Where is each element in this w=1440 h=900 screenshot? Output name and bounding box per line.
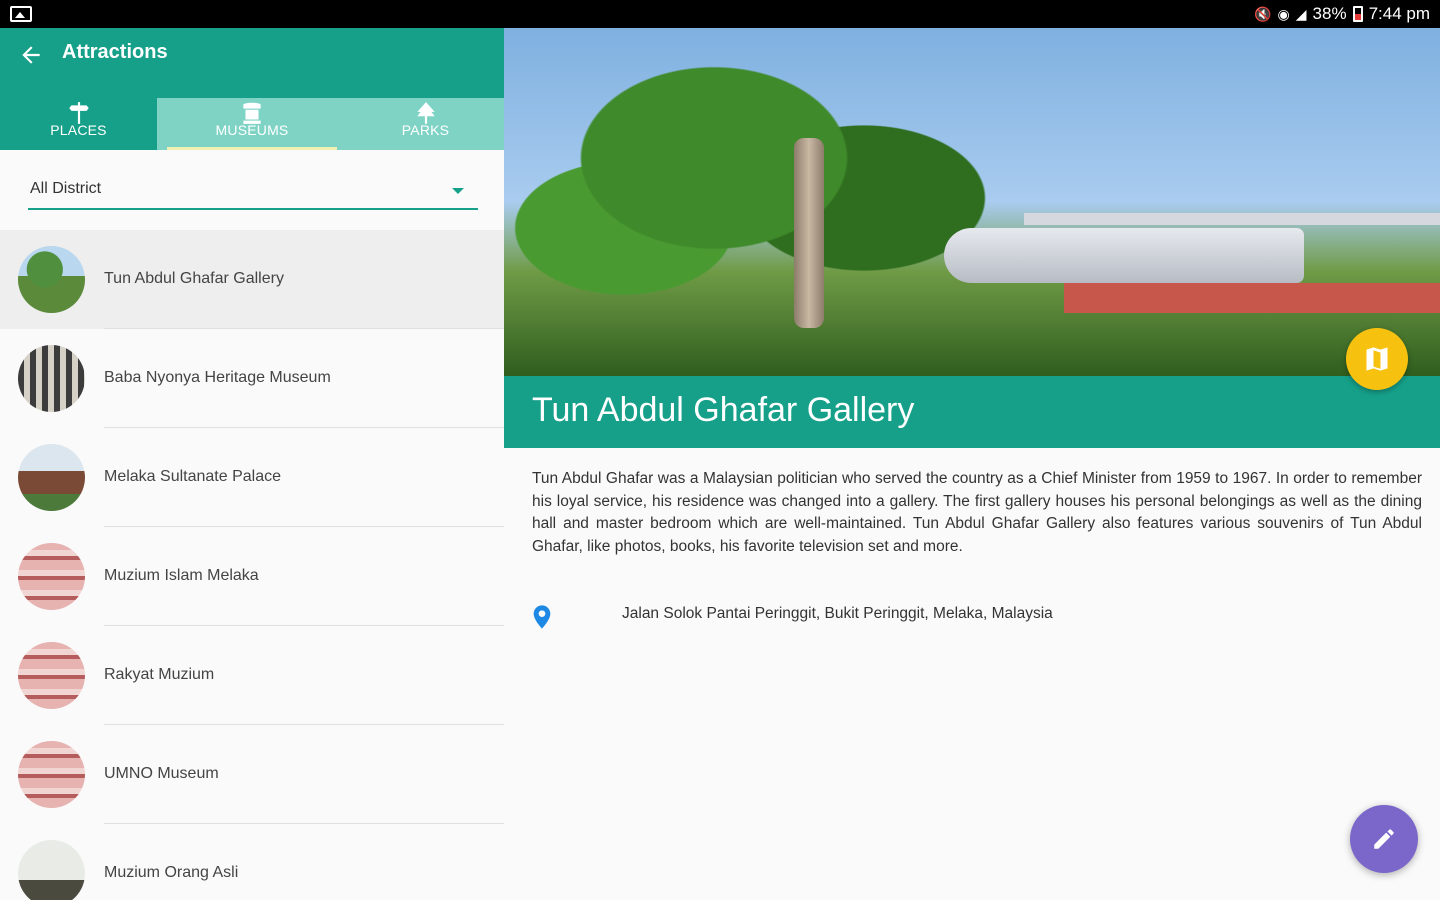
attraction-thumbnail [18,543,85,610]
selected-tab-indicator [167,147,337,150]
back-arrow-icon[interactable] [18,42,44,68]
detail-description: Tun Abdul Ghafar was a Malaysian politic… [532,470,1422,555]
attraction-thumbnail [18,642,85,709]
title-band: Tun Abdul Ghafar Gallery [504,376,1440,448]
pencil-icon [1374,829,1394,849]
attractions-list-panel: Attractions PLACES MUSEUMS PARKS All Dis… [0,28,504,900]
tab-museums[interactable]: MUSEUMS [157,98,347,150]
app-bar: Attractions PLACES MUSEUMS PARKS [0,28,504,150]
image-notification-icon [10,6,32,22]
status-indicators: 🔇 ◉ ◢ 38% 7:44 pm [1254,3,1430,25]
attraction-name: Baba Nyonya Heritage Museum [104,369,331,386]
attraction-name: UMNO Museum [104,765,219,782]
photo-plane [944,228,1304,283]
signal-icon: ◢ [1295,5,1307,22]
map-button[interactable] [1346,328,1408,390]
status-bar: 🔇 ◉ ◢ 38% 7:44 pm [0,0,1440,28]
attractions-list: Tun Abdul Ghafar Gallery Baba Nyonya Her… [0,230,504,900]
attraction-name: Tun Abdul Ghafar Gallery [104,270,284,287]
attraction-name: Melaka Sultanate Palace [104,468,281,485]
attraction-thumbnail [18,246,85,313]
app-title: Attractions [62,41,168,63]
tab-parks-label: PARKS [401,122,450,138]
tab-museums-label: MUSEUMS [215,122,289,138]
detail-title: Tun Abdul Ghafar Gallery [532,391,915,429]
list-item[interactable]: Baba Nyonya Heritage Museum [0,329,504,428]
tab-parks[interactable]: PARKS [347,98,504,150]
district-dropdown[interactable]: All District [28,176,478,210]
attraction-detail-panel: Tun Abdul Ghafar Gallery Tun Abdul Ghafa… [504,28,1440,900]
list-item[interactable]: UMNO Museum [0,725,504,824]
category-tabs: PLACES MUSEUMS PARKS [0,98,504,150]
detail-address: Jalan Solok Pantai Peringgit, Bukit Peri… [622,605,1053,622]
attraction-thumbnail [18,840,85,900]
map-icon [1366,347,1388,371]
attraction-name: Muzium Islam Melaka [104,567,259,584]
edit-button[interactable] [1350,805,1418,873]
district-selected-value: All District [30,180,102,197]
clock: 7:44 pm [1368,4,1430,23]
chevron-down-icon [452,188,464,194]
battery-icon [1352,6,1363,22]
photo-wall [1064,283,1440,313]
attraction-thumbnail [18,444,85,511]
mute-icon: 🔇 [1254,5,1272,22]
attraction-thumbnail [18,741,85,808]
list-item[interactable]: Muzium Orang Asli [0,824,504,900]
photo-plane-wing [1024,213,1440,225]
tab-places-label: PLACES [50,122,107,138]
attraction-name: Rakyat Muzium [104,666,215,683]
tab-places[interactable]: PLACES [0,98,157,150]
battery-percent: 38% [1312,4,1347,23]
list-item[interactable]: Melaka Sultanate Palace [0,428,504,527]
list-item[interactable]: Tun Abdul Ghafar Gallery [0,230,504,329]
attraction-thumbnail [18,345,85,412]
photo-statue [794,138,824,328]
location-pin-icon [533,605,551,629]
list-item[interactable]: Rakyat Muzium [0,626,504,725]
wifi-icon: ◉ [1277,5,1290,22]
list-item[interactable]: Muzium Islam Melaka [0,527,504,626]
attraction-name: Muzium Orang Asli [104,864,239,881]
hero-photo [504,28,1440,376]
